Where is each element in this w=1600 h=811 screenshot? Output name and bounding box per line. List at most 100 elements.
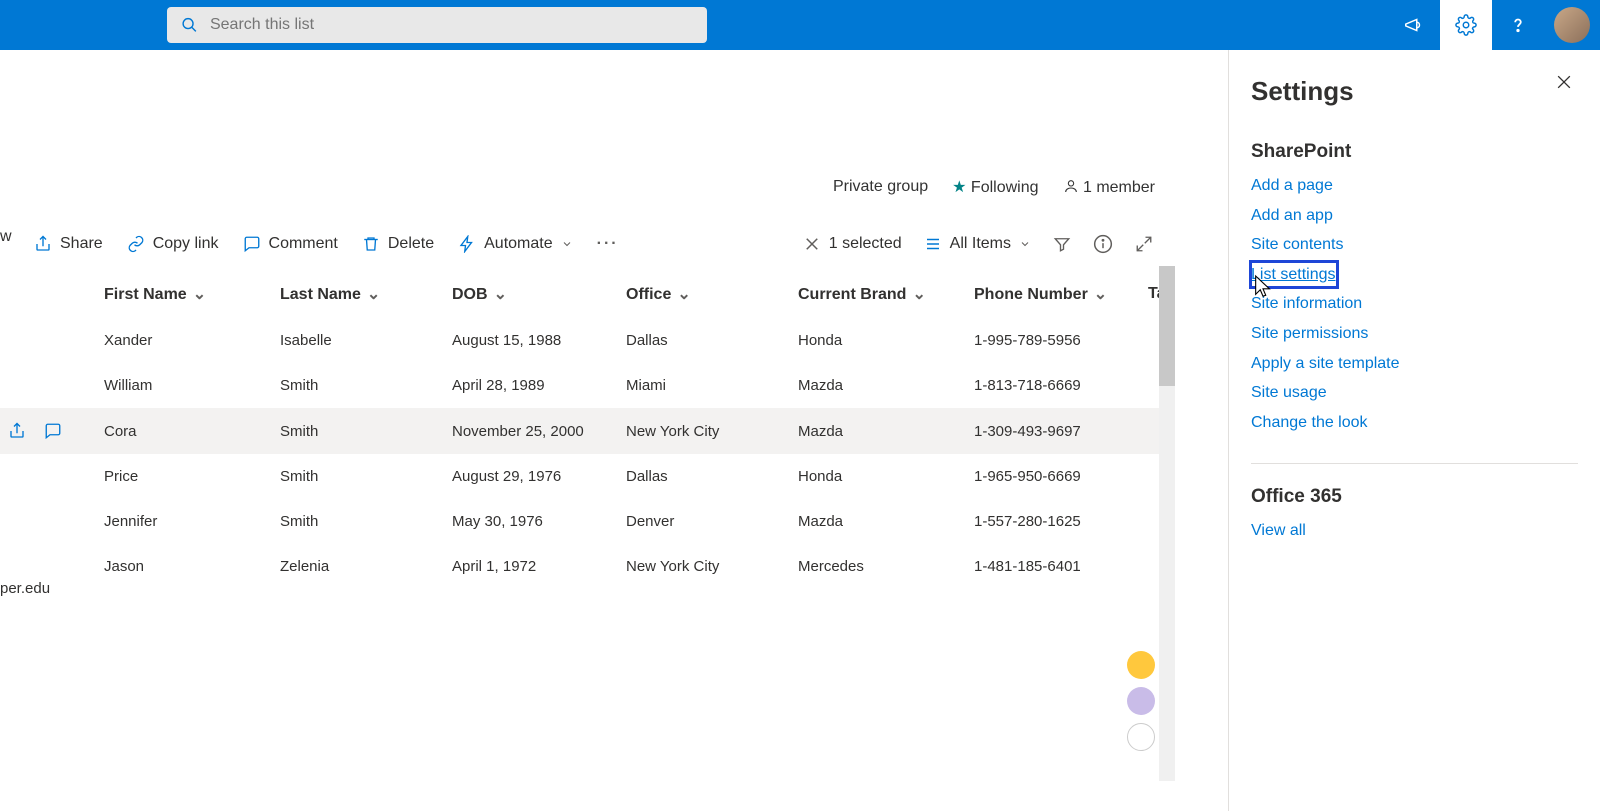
share-icon[interactable] bbox=[8, 422, 26, 440]
cell-brand: Honda bbox=[790, 454, 966, 499]
cell-first: Xander bbox=[96, 318, 272, 363]
table-row[interactable]: CoraSmithNovember 25, 2000New York CityM… bbox=[0, 408, 1175, 454]
automate-button[interactable]: Automate bbox=[446, 235, 584, 253]
info-button[interactable] bbox=[1087, 234, 1119, 254]
col-brand[interactable]: Current Brand⌄ bbox=[790, 266, 966, 318]
list-area: First Name⌄ Last Name⌄ DOB⌄ Office⌄ Curr… bbox=[0, 266, 1175, 781]
settings-link[interactable]: List settings bbox=[1251, 262, 1337, 288]
settings-link[interactable]: Site usage bbox=[1251, 380, 1578, 406]
settings-link[interactable]: Add a page bbox=[1251, 173, 1578, 199]
cell-phone: 1-995-789-5956 bbox=[966, 318, 1140, 363]
gear-icon bbox=[1455, 14, 1477, 36]
settings-link[interactable]: Site permissions bbox=[1251, 321, 1578, 347]
cell-phone: 1-557-280-1625 bbox=[966, 499, 1140, 544]
cell-phone: 1-965-950-6669 bbox=[966, 454, 1140, 499]
table-row[interactable]: WilliamSmithApril 28, 1989MiamiMazda1-81… bbox=[0, 363, 1175, 408]
settings-button[interactable] bbox=[1440, 0, 1492, 50]
comment-icon bbox=[243, 235, 261, 253]
cell-dob: August 29, 1976 bbox=[444, 454, 618, 499]
share-label: Share bbox=[60, 235, 103, 253]
help-button[interactable] bbox=[1492, 0, 1544, 50]
cell-brand: Mercedes bbox=[790, 544, 966, 589]
group-type: Private group bbox=[833, 178, 928, 196]
settings-link[interactable]: View all bbox=[1251, 518, 1578, 544]
comment-icon[interactable] bbox=[44, 422, 62, 440]
command-bar: Share Copy link Comment Delete Automate … bbox=[0, 222, 1175, 266]
cell-first: William bbox=[96, 363, 272, 408]
cell-brand: Mazda bbox=[790, 408, 966, 454]
following-label: Following bbox=[971, 179, 1039, 196]
trash-icon bbox=[362, 235, 380, 253]
cell-phone: 1-813-718-6669 bbox=[966, 363, 1140, 408]
cell-office: Dallas bbox=[618, 454, 790, 499]
close-panel-button[interactable] bbox=[1554, 72, 1574, 97]
more-button[interactable]: ··· bbox=[585, 235, 631, 253]
cell-last: Smith bbox=[272, 363, 444, 408]
col-last-name[interactable]: Last Name⌄ bbox=[272, 266, 444, 318]
close-icon bbox=[803, 235, 821, 253]
star-icon: ★ bbox=[952, 179, 966, 196]
tag-dot bbox=[1127, 651, 1155, 679]
topbar-right bbox=[1388, 0, 1600, 50]
following-toggle[interactable]: ★ Following bbox=[952, 177, 1038, 197]
tag-dot bbox=[1127, 723, 1155, 751]
col-first-name[interactable]: First Name⌄ bbox=[96, 266, 272, 318]
selection-label: 1 selected bbox=[829, 235, 902, 253]
person-icon bbox=[1063, 178, 1079, 194]
table-row[interactable]: JenniferSmithMay 30, 1976DenverMazda1-55… bbox=[0, 499, 1175, 544]
table-row[interactable]: JasonZeleniaApril 1, 1972New York CityMe… bbox=[0, 544, 1175, 589]
settings-link[interactable]: Site information bbox=[1251, 291, 1578, 317]
view-selector[interactable]: All Items bbox=[918, 235, 1037, 253]
table-row[interactable]: PriceSmithAugust 29, 1976DallasHonda1-96… bbox=[0, 454, 1175, 499]
cell-dob: April 28, 1989 bbox=[444, 363, 618, 408]
cell-office: Miami bbox=[618, 363, 790, 408]
top-bar bbox=[0, 0, 1600, 50]
col-dob[interactable]: DOB⌄ bbox=[444, 266, 618, 318]
search-field[interactable] bbox=[167, 7, 707, 43]
cell-office: Dallas bbox=[618, 318, 790, 363]
selection-count[interactable]: 1 selected bbox=[797, 235, 908, 253]
header-meta: Private group ★ Following 1 member bbox=[833, 177, 1155, 197]
cell-last: Zelenia bbox=[272, 544, 444, 589]
settings-link[interactable]: Change the look bbox=[1251, 410, 1578, 436]
col-office[interactable]: Office⌄ bbox=[618, 266, 790, 318]
cell-first: Jason bbox=[96, 544, 272, 589]
search-input[interactable] bbox=[210, 16, 693, 34]
automate-icon bbox=[458, 235, 476, 253]
delete-button[interactable]: Delete bbox=[350, 235, 446, 253]
panel-section-office: Office 365 bbox=[1251, 486, 1578, 508]
col-phone[interactable]: Phone Number⌄ bbox=[966, 266, 1140, 318]
table-row[interactable]: XanderIsabelleAugust 15, 1988DallasHonda… bbox=[0, 318, 1175, 363]
share-icon bbox=[34, 235, 52, 253]
help-icon bbox=[1507, 14, 1529, 36]
scrollbar-thumb[interactable] bbox=[1159, 266, 1175, 386]
settings-panel: Settings SharePoint Add a pageAdd an app… bbox=[1228, 50, 1600, 811]
settings-link[interactable]: Apply a site template bbox=[1251, 351, 1578, 377]
copy-link-button[interactable]: Copy link bbox=[115, 235, 231, 253]
filter-button[interactable] bbox=[1047, 235, 1077, 253]
panel-title: Settings bbox=[1251, 76, 1578, 107]
cell-first: Cora bbox=[96, 408, 272, 454]
avatar[interactable] bbox=[1554, 7, 1590, 43]
data-table: First Name⌄ Last Name⌄ DOB⌄ Office⌄ Curr… bbox=[0, 266, 1175, 589]
info-icon bbox=[1093, 234, 1113, 254]
share-button[interactable]: Share bbox=[22, 235, 115, 253]
chevron-down-icon bbox=[1019, 238, 1031, 250]
cell-dob: April 1, 1972 bbox=[444, 544, 618, 589]
link-icon bbox=[127, 235, 145, 253]
expand-button[interactable] bbox=[1129, 235, 1159, 253]
search-icon bbox=[181, 16, 198, 34]
megaphone-button[interactable] bbox=[1388, 0, 1440, 50]
settings-link[interactable]: Add an app bbox=[1251, 203, 1578, 229]
comment-button[interactable]: Comment bbox=[231, 235, 350, 253]
automate-label: Automate bbox=[484, 235, 552, 253]
delete-label: Delete bbox=[388, 235, 434, 253]
tag-dots bbox=[1127, 651, 1155, 751]
cell-first: Price bbox=[96, 454, 272, 499]
cell-last: Smith bbox=[272, 454, 444, 499]
cell-dob: August 15, 1988 bbox=[444, 318, 618, 363]
settings-link[interactable]: Site contents bbox=[1251, 232, 1578, 258]
copy-link-label: Copy link bbox=[153, 235, 219, 253]
members-link[interactable]: 1 member bbox=[1063, 178, 1155, 197]
cell-office: New York City bbox=[618, 408, 790, 454]
